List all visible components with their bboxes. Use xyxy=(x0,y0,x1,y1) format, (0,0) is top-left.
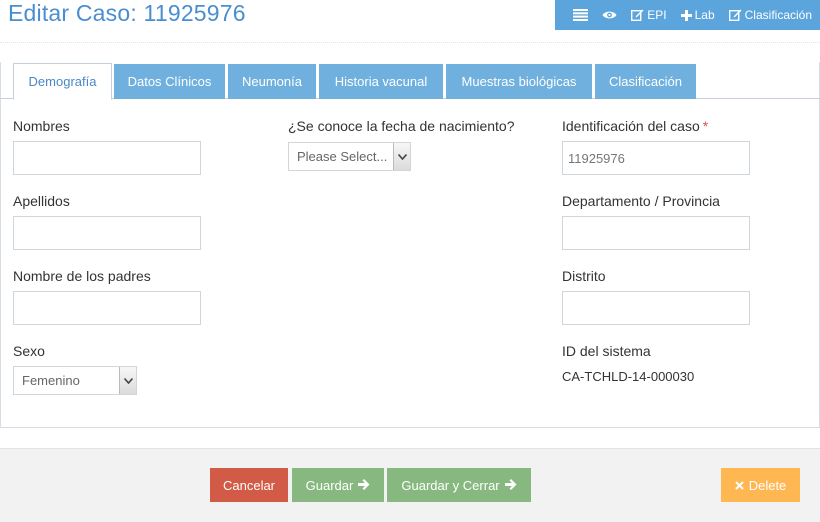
identificacion-input[interactable] xyxy=(562,141,750,175)
arrow-right-icon xyxy=(504,478,517,493)
nombres-label: Nombres xyxy=(13,118,70,134)
required-marker: * xyxy=(702,118,709,134)
tab-historia-vacunal[interactable]: Historia vacunal xyxy=(319,64,443,99)
save-close-button[interactable]: Guardar y Cerrar xyxy=(387,468,531,502)
distrito-label: Distrito xyxy=(562,268,606,284)
list-icon xyxy=(573,9,589,21)
arrow-right-icon xyxy=(358,478,370,493)
delete-button-label: Delete xyxy=(748,477,787,493)
chevron-down-icon xyxy=(119,367,136,394)
departamento-label: Departamento / Provincia xyxy=(562,193,720,209)
tab-muestras-biologicas[interactable]: Muestras biológicas xyxy=(446,64,592,99)
delete-button[interactable]: Delete xyxy=(721,468,800,502)
eye-icon xyxy=(602,10,617,20)
page-title: Editar Caso: 11925976 xyxy=(8,0,246,26)
fecha-nacimiento-select[interactable]: Please Select... xyxy=(288,142,411,171)
apellidos-label: Apellidos xyxy=(13,193,70,209)
sexo-label: Sexo xyxy=(13,343,45,359)
save-close-button-label: Guardar y Cerrar xyxy=(401,477,500,493)
nombres-input[interactable] xyxy=(13,141,201,175)
toolbar-view-button[interactable] xyxy=(602,10,617,20)
tab-datos-clinicos[interactable]: Datos Clínicos xyxy=(114,64,225,99)
toolbar-lab-label: Lab xyxy=(694,8,715,22)
tabs-bar: Demografía Datos Clínicos Neumonía Histo… xyxy=(0,62,820,100)
chevron-down-icon xyxy=(393,143,410,170)
distrito-input[interactable] xyxy=(562,291,750,325)
toolbar-clasificacion-button[interactable]: Clasificación xyxy=(728,8,812,22)
edit-icon xyxy=(631,9,644,21)
save-button[interactable]: Guardar xyxy=(292,468,384,502)
header-divider xyxy=(0,42,820,43)
fecha-nacimiento-select-value: Please Select... xyxy=(297,149,388,164)
fecha-nacimiento-label: ¿Se conoce la fecha de nacimiento? xyxy=(288,118,515,134)
toolbar-clasificacion-label: Clasificación xyxy=(744,8,812,22)
save-button-label: Guardar xyxy=(305,477,354,493)
plus-icon xyxy=(680,9,692,21)
sexo-select-value: Femenino xyxy=(22,373,80,388)
sistema-label: ID del sistema xyxy=(562,343,651,359)
close-icon xyxy=(734,478,744,493)
tab-demografia[interactable]: Demografía xyxy=(13,63,112,100)
padres-input[interactable] xyxy=(13,291,201,325)
tab-clasificacion[interactable]: Clasificación xyxy=(595,64,696,99)
sistema-value: CA-TCHLD-14-000030 xyxy=(562,369,695,384)
tab-neumonia[interactable]: Neumonía xyxy=(228,64,316,99)
padres-label: Nombre de los padres xyxy=(13,268,151,284)
cancel-button-label: Cancelar xyxy=(222,477,276,493)
toolbar-epi-label: EPI xyxy=(647,8,667,22)
apellidos-input[interactable] xyxy=(13,216,201,250)
edit-icon xyxy=(728,9,742,21)
sexo-select[interactable]: Femenino xyxy=(13,366,137,395)
identificacion-label: Identificación del caso * xyxy=(562,118,708,134)
departamento-input[interactable] xyxy=(562,216,750,250)
toolbar-lab-button[interactable]: Lab xyxy=(680,8,715,22)
cancel-button[interactable]: Cancelar xyxy=(210,468,288,502)
toolbar-epi-button[interactable]: EPI xyxy=(631,8,667,22)
identificacion-label-text: Identificación del caso xyxy=(562,118,700,134)
toolbar-list-button[interactable] xyxy=(573,9,589,21)
top-toolbar: EPI Lab Clasificación xyxy=(555,0,820,30)
